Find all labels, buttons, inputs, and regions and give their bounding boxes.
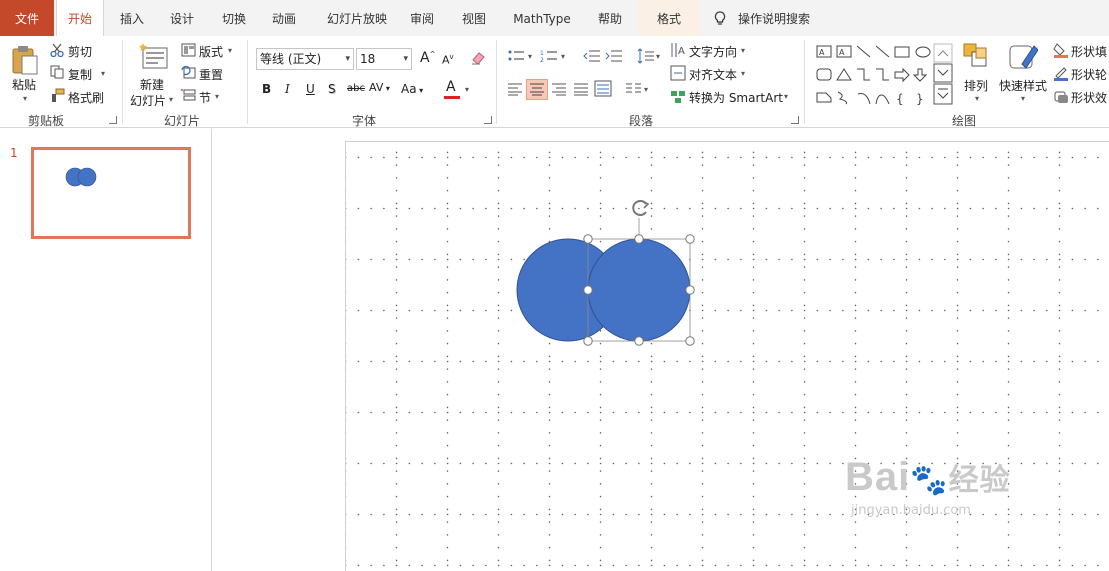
resize-handle[interactable]	[685, 285, 695, 295]
resize-handle[interactable]	[583, 234, 593, 244]
watermark-brand: Bai	[845, 455, 911, 499]
watermark-brand2: 经验	[948, 464, 1011, 497]
baidu-jingyan-watermark: Bai🐾经验 jingyan.baidu.com	[845, 455, 1011, 518]
resize-handle[interactable]	[685, 234, 695, 244]
watermark-url: jingyan.baidu.com	[851, 503, 971, 518]
rotate-handle-icon[interactable]	[632, 200, 650, 216]
resize-handle[interactable]	[583, 336, 593, 346]
resize-handle[interactable]	[685, 336, 695, 346]
resize-handle[interactable]	[634, 234, 644, 244]
paw-icon: 🐾	[910, 464, 949, 497]
circle-shape-right-selected[interactable]	[587, 238, 691, 342]
resize-handle[interactable]	[583, 285, 593, 295]
resize-handle[interactable]	[634, 336, 644, 346]
